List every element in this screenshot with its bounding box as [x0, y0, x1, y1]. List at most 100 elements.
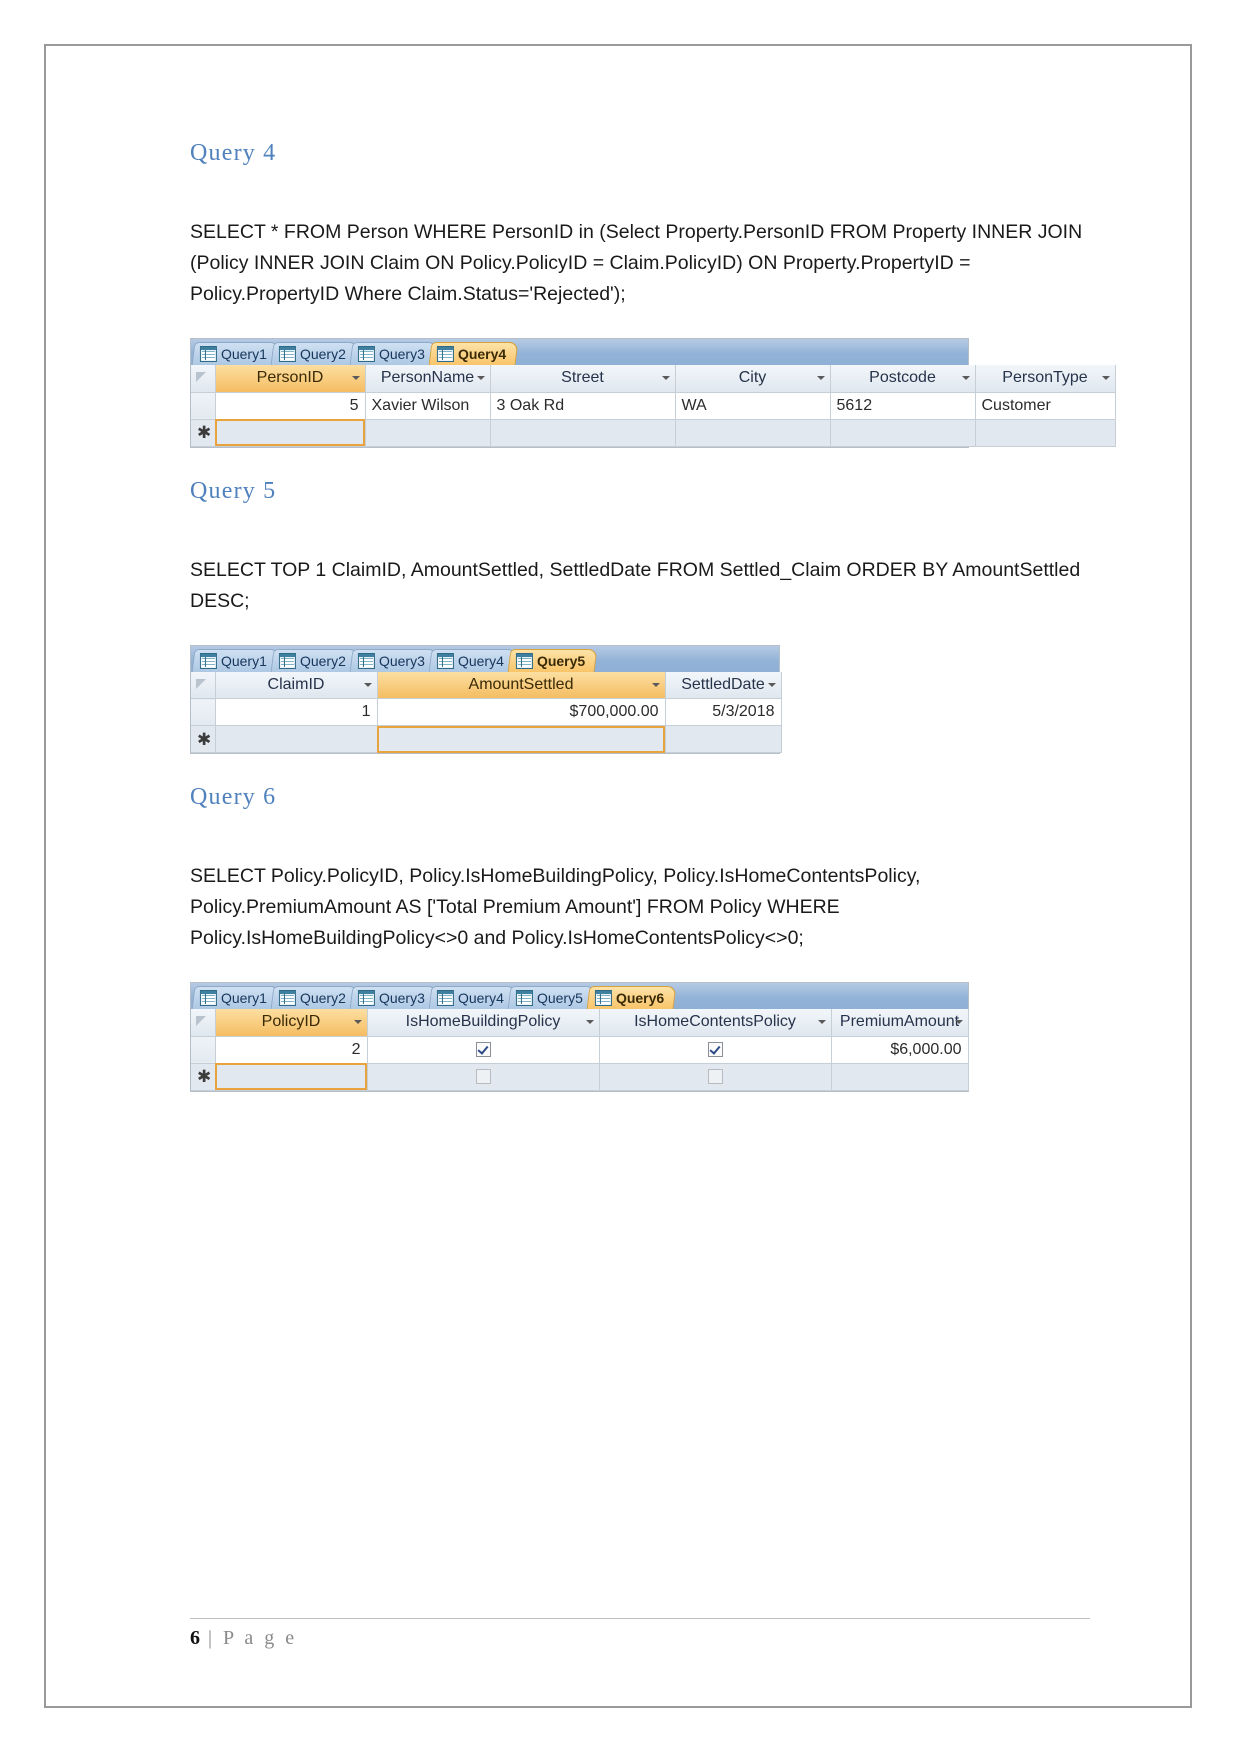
checkbox-unchecked-icon[interactable]	[707, 1068, 723, 1084]
new-record-row[interactable]: ✱	[191, 419, 1116, 447]
tab-query5[interactable]: Query5	[507, 986, 596, 1009]
table-row[interactable]: 5 Xavier Wilson 3 Oak Rd WA 5612 Custome…	[191, 392, 1116, 420]
chevron-down-icon[interactable]	[954, 1020, 963, 1025]
table-row[interactable]: 2 $6,000.00	[191, 1036, 969, 1064]
chevron-down-icon[interactable]	[585, 1020, 594, 1025]
row-selector[interactable]	[191, 392, 216, 420]
cell-city-new[interactable]	[675, 419, 831, 447]
sql-statement: SELECT Policy.PolicyID, Policy.IsHomeBui…	[190, 865, 921, 949]
datasheet-tab-strip[interactable]: Query1 Query2 Query3 Query4 Query5	[191, 645, 779, 672]
page-content: Query 4 SELECT * FROM Person WHERE Perso…	[190, 140, 1116, 1092]
query-icon	[199, 346, 217, 362]
column-header-street[interactable]: Street	[490, 365, 676, 393]
cell-policyid-new[interactable]	[215, 1063, 368, 1091]
column-header-policyid[interactable]: PolicyID	[215, 1009, 368, 1037]
cell-ishomebuildingpolicy-new[interactable]	[367, 1063, 600, 1091]
cell-ishomecontentspolicy[interactable]	[599, 1036, 832, 1064]
chevron-down-icon[interactable]	[661, 376, 670, 381]
cell-claimid-new[interactable]	[215, 725, 378, 753]
cell-personname[interactable]: Xavier Wilson	[365, 392, 491, 420]
cell-policyid[interactable]: 2	[215, 1036, 368, 1064]
chevron-down-icon[interactable]	[651, 682, 660, 687]
tab-label: Query2	[299, 652, 346, 669]
cell-claimid[interactable]: 1	[215, 698, 378, 726]
cell-settleddate[interactable]: 5/3/2018	[665, 698, 782, 726]
tab-query6[interactable]: Query6	[586, 986, 677, 1009]
new-record-row[interactable]: ✱	[191, 725, 782, 753]
checkbox-checked-icon[interactable]	[475, 1041, 491, 1057]
column-header-persontype[interactable]: PersonType	[975, 365, 1116, 393]
tab-query3[interactable]: Query3	[349, 986, 438, 1009]
tab-query3[interactable]: Query3	[349, 342, 438, 365]
row-selector[interactable]	[191, 1036, 216, 1064]
tab-query5[interactable]: Query5	[507, 648, 598, 672]
tab-query2[interactable]: Query2	[270, 648, 359, 672]
chevron-down-icon[interactable]	[816, 376, 825, 381]
column-header-amountsettled[interactable]: AmountSettled	[377, 671, 666, 699]
tab-query1[interactable]: Query1	[191, 986, 280, 1009]
tab-label: Query2	[299, 346, 346, 362]
cell-personname-new[interactable]	[365, 419, 491, 447]
cell-persontype[interactable]: Customer	[975, 392, 1116, 420]
cell-ishomebuildingpolicy[interactable]	[367, 1036, 600, 1064]
column-header-premiumamount[interactable]: PremiumAmount	[831, 1009, 969, 1037]
checkbox-unchecked-icon[interactable]	[475, 1068, 491, 1084]
cell-amountsettled[interactable]: $700,000.00	[377, 698, 666, 726]
cell-premiumamount[interactable]: $6,000.00	[831, 1036, 969, 1064]
cell-amountsettled-new[interactable]	[377, 725, 666, 753]
column-header-ishomebuildingpolicy[interactable]: IsHomeBuildingPolicy	[367, 1009, 600, 1037]
cell-street[interactable]: 3 Oak Rd	[490, 392, 676, 420]
cell-city[interactable]: WA	[675, 392, 831, 420]
tab-label: Query3	[378, 990, 425, 1006]
new-record-marker[interactable]: ✱	[191, 725, 216, 753]
tab-query4[interactable]: Query4	[428, 648, 517, 672]
chevron-down-icon[interactable]	[1101, 376, 1110, 381]
select-all-corner[interactable]	[191, 671, 216, 699]
tab-query4[interactable]: Query4	[428, 986, 517, 1009]
new-record-marker[interactable]: ✱	[191, 1063, 216, 1091]
chevron-down-icon[interactable]	[767, 682, 776, 687]
chevron-down-icon[interactable]	[353, 1020, 362, 1025]
select-all-corner[interactable]	[191, 1009, 216, 1037]
new-record-marker[interactable]: ✱	[191, 419, 216, 447]
cell-postcode-new[interactable]	[830, 419, 976, 447]
column-header-personid[interactable]: PersonID	[215, 365, 366, 393]
tab-query4[interactable]: Query4	[428, 342, 519, 365]
cell-street-new[interactable]	[490, 419, 676, 447]
cell-premiumamount-new[interactable]	[831, 1063, 969, 1091]
chevron-down-icon[interactable]	[817, 1020, 826, 1025]
datasheet-tab-strip[interactable]: Query1 Query2 Query3 Query4 Query5	[191, 983, 968, 1009]
checkbox-checked-icon[interactable]	[707, 1041, 723, 1057]
tab-query2[interactable]: Query2	[270, 342, 359, 365]
tab-query2[interactable]: Query2	[270, 986, 359, 1009]
column-header-settleddate[interactable]: SettledDate	[665, 671, 782, 699]
column-header-postcode[interactable]: Postcode	[830, 365, 976, 393]
row-selector[interactable]	[191, 698, 216, 726]
chevron-down-icon[interactable]	[961, 376, 970, 381]
table-row[interactable]: 1 $700,000.00 5/3/2018	[191, 698, 782, 726]
cell-ishomecontentspolicy-new[interactable]	[599, 1063, 832, 1091]
select-all-corner[interactable]	[191, 365, 216, 393]
chevron-down-icon[interactable]	[476, 376, 485, 381]
cell-personid-new[interactable]	[215, 419, 366, 447]
tab-label: Query4	[457, 990, 504, 1006]
column-header-claimid[interactable]: ClaimID	[215, 671, 378, 699]
cell-personid[interactable]: 5	[215, 392, 366, 420]
cell-postcode[interactable]: 5612	[830, 392, 976, 420]
query-icon	[278, 990, 296, 1006]
chevron-down-icon[interactable]	[351, 376, 360, 381]
tab-query1[interactable]: Query1	[191, 648, 280, 672]
column-header-label: PersonType	[1002, 369, 1088, 387]
column-header-ishomecontentspolicy[interactable]: IsHomeContentsPolicy	[599, 1009, 832, 1037]
tab-query3[interactable]: Query3	[349, 648, 438, 672]
new-record-row[interactable]: ✱	[191, 1063, 969, 1091]
tab-query1[interactable]: Query1	[191, 342, 280, 365]
cell-settleddate-new[interactable]	[665, 725, 782, 753]
column-header-personname[interactable]: PersonNamе	[365, 365, 491, 393]
datasheet-tab-strip[interactable]: Query1 Query2 Query3 Query4	[191, 339, 968, 365]
column-header-city[interactable]: City	[675, 365, 831, 393]
footer-page-indicator: 6 | P a g e	[190, 1627, 1090, 1650]
chevron-down-icon[interactable]	[363, 682, 372, 687]
cell-persontype-new[interactable]	[975, 419, 1116, 447]
